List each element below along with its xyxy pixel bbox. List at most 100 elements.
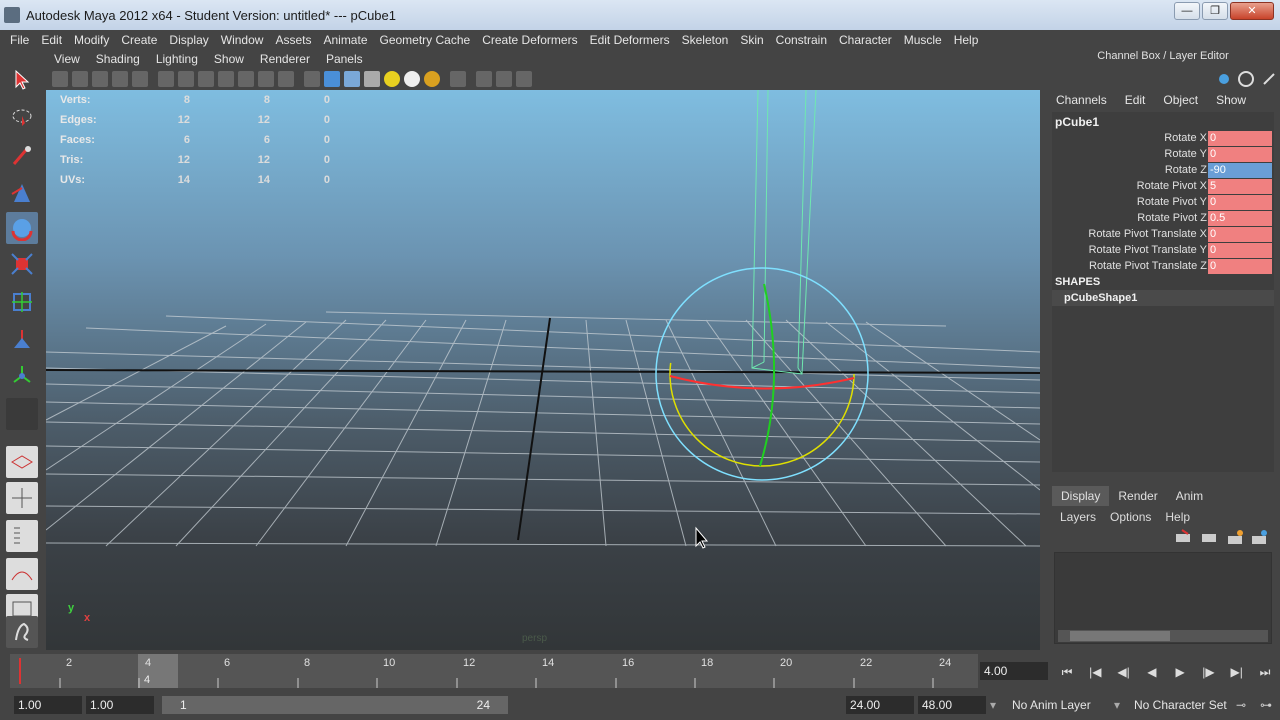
maximize-button[interactable]: ❐ <box>1202 2 1228 20</box>
perspective-viewport[interactable]: Verts: 8 8 0 Edges: 12 12 0 Faces: 6 6 0… <box>46 90 1040 650</box>
channel-menu-edit[interactable]: Edit <box>1125 93 1146 107</box>
layer-menu-options[interactable]: Options <box>1110 510 1151 524</box>
channel-label[interactable]: Rotate Pivot Translate Y <box>1052 244 1208 256</box>
go-to-start-button[interactable]: ⏮ <box>1056 665 1078 680</box>
scrollbar-thumb[interactable] <box>1070 631 1170 641</box>
last-tool-icon[interactable] <box>6 398 38 430</box>
safe-action-icon[interactable] <box>258 71 274 87</box>
menu-create-deformers[interactable]: Create Deformers <box>482 33 577 47</box>
play-forwards-button[interactable]: ▶ <box>1169 665 1191 679</box>
bookmarks-icon[interactable] <box>92 71 108 87</box>
channel-row[interactable]: Rotate Pivot Y 0 <box>1052 194 1274 210</box>
panel-menu-view[interactable]: View <box>54 52 80 66</box>
menu-modify[interactable]: Modify <box>74 33 109 47</box>
menu-edit-deformers[interactable]: Edit Deformers <box>590 33 670 47</box>
xray-icon[interactable] <box>476 71 492 87</box>
tab-anim[interactable]: Anim <box>1167 486 1212 506</box>
playback-start-field[interactable]: 1.00 <box>86 696 154 714</box>
channel-row[interactable]: Rotate Pivot Translate X 0 <box>1052 226 1274 242</box>
go-to-end-button[interactable]: ⏭ <box>1254 665 1276 680</box>
move-tool-icon[interactable] <box>6 178 38 210</box>
step-back-frame-button[interactable]: |◀ <box>1084 665 1106 679</box>
lasso-tool-icon[interactable] <box>6 102 38 134</box>
channel-row[interactable]: Rotate X 0 <box>1052 130 1274 146</box>
menu-geometry-cache[interactable]: Geometry Cache <box>380 33 471 47</box>
step-forward-frame-button[interactable]: ▶| <box>1226 665 1248 679</box>
high-quality-icon[interactable] <box>424 71 440 87</box>
menu-display[interactable]: Display <box>169 33 208 47</box>
two-d-pan-zoom-icon[interactable] <box>132 71 148 87</box>
select-tool-icon[interactable] <box>6 64 38 96</box>
character-set-selector[interactable]: No Character Set <box>1134 698 1227 712</box>
tab-render[interactable]: Render <box>1109 486 1166 506</box>
menu-animate[interactable]: Animate <box>323 33 367 47</box>
animation-end-field[interactable]: 48.00 <box>918 696 986 714</box>
chevron-down-icon[interactable]: ▾ <box>1114 698 1120 712</box>
playback-end-field[interactable]: 24.00 <box>846 696 914 714</box>
menu-window[interactable]: Window <box>221 33 264 47</box>
safe-title-icon[interactable] <box>278 71 294 87</box>
channel-label[interactable]: Rotate X <box>1052 132 1208 144</box>
menu-file[interactable]: File <box>10 33 29 47</box>
step-forward-key-button[interactable]: |▶ <box>1197 665 1219 679</box>
menu-muscle[interactable]: Muscle <box>904 33 942 47</box>
camera-attributes-icon[interactable] <box>72 71 88 87</box>
universal-manipulator-icon[interactable] <box>6 286 38 318</box>
textured-icon[interactable] <box>364 71 380 87</box>
selected-object-name[interactable]: pCube1 <box>1052 112 1274 130</box>
menu-help[interactable]: Help <box>954 33 979 47</box>
anim-layer-selector[interactable]: No Anim Layer <box>1012 698 1091 712</box>
field-chart-icon[interactable] <box>238 71 254 87</box>
wireframe-on-shaded-icon[interactable] <box>344 71 360 87</box>
use-all-lights-icon[interactable] <box>384 71 400 87</box>
time-slider[interactable]: 4 2 4 6 8 10 12 14 16 18 20 22 24 <box>10 654 978 688</box>
shadows-icon[interactable] <box>404 71 420 87</box>
channel-row[interactable]: Rotate Y 0 <box>1052 146 1274 162</box>
channel-value-field[interactable]: 5 <box>1208 178 1272 194</box>
menu-create[interactable]: Create <box>121 33 157 47</box>
menu-skeleton[interactable]: Skeleton <box>682 33 729 47</box>
four-view-layout-icon[interactable] <box>6 482 38 514</box>
scale-tool-icon[interactable] <box>6 248 38 280</box>
layer-list-scrollbar[interactable] <box>1058 630 1268 642</box>
channel-label[interactable]: Rotate Pivot Translate Z <box>1052 260 1208 272</box>
menu-constrain[interactable]: Constrain <box>776 33 827 47</box>
step-back-key-button[interactable]: ◀| <box>1113 665 1135 679</box>
channel-label[interactable]: Rotate Y <box>1052 148 1208 160</box>
graph-editor-layout-icon[interactable] <box>6 558 38 590</box>
shape-node-name[interactable]: pCubeShape1 <box>1052 290 1274 306</box>
resolution-gate-icon[interactable] <box>198 71 214 87</box>
key-icon[interactable]: ⊸ <box>1236 698 1246 712</box>
select-camera-icon[interactable] <box>52 71 68 87</box>
film-gate-icon[interactable] <box>178 71 194 87</box>
panel-menu-show[interactable]: Show <box>214 52 244 66</box>
xray-components-icon[interactable] <box>516 71 532 87</box>
panel-menu-shading[interactable]: Shading <box>96 52 140 66</box>
gate-mask-icon[interactable] <box>218 71 234 87</box>
channel-row[interactable]: Rotate Pivot Translate Y 0 <box>1052 242 1274 258</box>
channel-value-field[interactable]: 0 <box>1208 130 1272 146</box>
soft-modification-icon[interactable] <box>6 324 38 356</box>
channel-menu-show[interactable]: Show <box>1216 93 1246 107</box>
channel-menu-object[interactable]: Object <box>1163 93 1198 107</box>
channel-row[interactable]: Rotate Pivot Translate Z 0 <box>1052 258 1274 274</box>
xray-joints-icon[interactable] <box>496 71 512 87</box>
menu-character[interactable]: Character <box>839 33 892 47</box>
menu-edit[interactable]: Edit <box>41 33 62 47</box>
layer-menu-help[interactable]: Help <box>1165 510 1190 524</box>
channel-value-field[interactable]: 0.5 <box>1208 210 1272 226</box>
isolate-select-icon[interactable] <box>450 71 466 87</box>
channel-menu-channels[interactable]: Channels <box>1056 93 1107 107</box>
channel-row[interactable]: Rotate Pivot X 5 <box>1052 178 1274 194</box>
menu-assets[interactable]: Assets <box>275 33 311 47</box>
channel-label[interactable]: Rotate Pivot Z <box>1052 212 1208 224</box>
play-backwards-button[interactable]: ◀ <box>1141 665 1163 679</box>
channel-value-field[interactable]: 0 <box>1208 242 1272 258</box>
tab-display[interactable]: Display <box>1052 486 1110 506</box>
image-plane-icon[interactable] <box>112 71 128 87</box>
channel-value-field[interactable]: 0 <box>1208 258 1272 274</box>
channel-value-field[interactable]: 0 <box>1208 194 1272 210</box>
channel-label[interactable]: Rotate Pivot Translate X <box>1052 228 1208 240</box>
animation-start-field[interactable]: 1.00 <box>14 696 82 714</box>
channel-label[interactable]: Rotate Pivot X <box>1052 180 1208 192</box>
